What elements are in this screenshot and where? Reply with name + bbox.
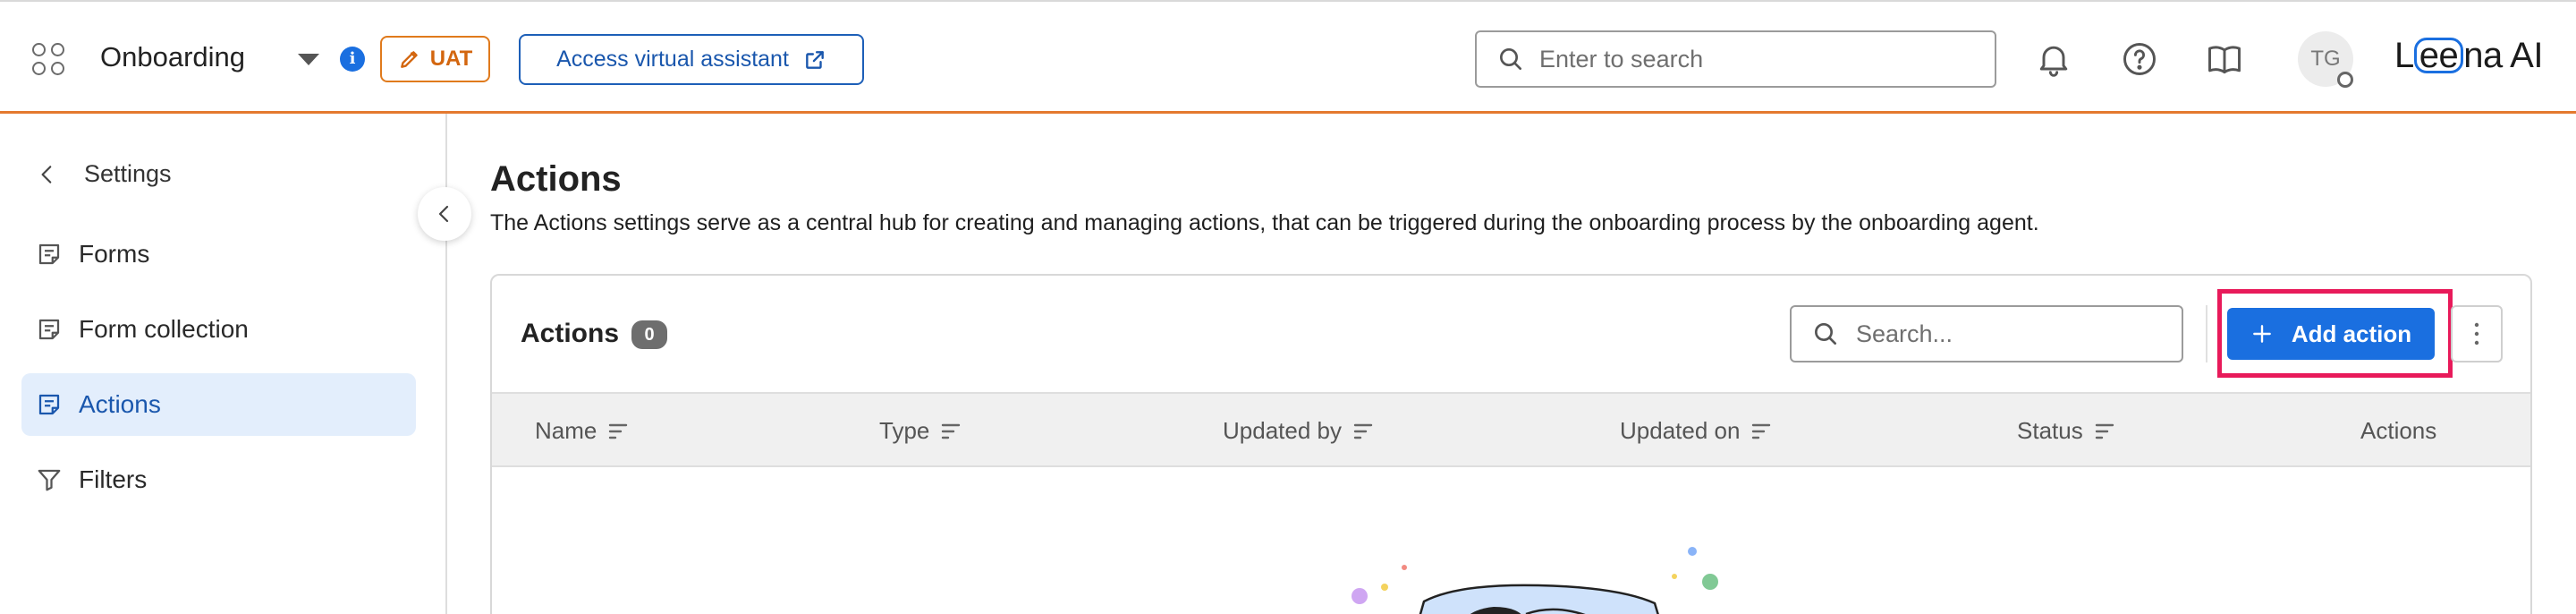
column-header-name[interactable]: Name	[535, 417, 629, 445]
status-indicator	[2337, 72, 2353, 88]
back-link-label: Settings	[84, 160, 172, 187]
chevron-left-icon	[41, 165, 52, 183]
column-header-updated-by[interactable]: Updated by	[1223, 417, 1374, 445]
environment-badge: UAT	[380, 36, 490, 82]
sidebar-item-label: Forms	[79, 240, 150, 268]
sidebar-item-form-collection[interactable]: Form collection	[21, 298, 416, 361]
global-search[interactable]	[1475, 30, 1996, 88]
sort-icon	[609, 423, 628, 439]
table-header: Name Type Updated by Updated on Status A…	[492, 392, 2530, 467]
collapse-sidebar-button[interactable]	[418, 187, 471, 241]
pencil-icon	[400, 51, 418, 68]
form-icon	[38, 394, 60, 415]
empty-state-illustration	[1352, 547, 1718, 614]
environment-badge-label: UAT	[429, 47, 473, 71]
external-link-icon	[806, 50, 824, 69]
sort-icon	[1353, 423, 1373, 439]
actions-card: Actions 0 Add action Name Type Updated b…	[490, 274, 2532, 614]
sort-icon	[942, 423, 961, 439]
sort-icon	[1752, 423, 1771, 439]
sidebar-item-label: Actions	[79, 390, 161, 418]
app-title[interactable]: Onboarding	[100, 41, 245, 73]
page-description: The Actions settings serve as a central …	[490, 210, 2039, 235]
column-header-status[interactable]: Status	[2017, 417, 2115, 445]
sort-icon	[2095, 423, 2114, 439]
book-icon[interactable]	[2205, 39, 2244, 79]
form-icon	[38, 319, 60, 340]
column-header-updated-on[interactable]: Updated on	[1620, 417, 1772, 445]
access-virtual-assistant-label: Access virtual assistant	[556, 47, 789, 72]
column-header-actions: Actions	[2360, 417, 2437, 444]
user-initials: TG	[2310, 47, 2341, 71]
top-bar: Onboarding i UAT Access virtual assistan…	[0, 0, 2576, 114]
actions-search-input[interactable]	[1856, 320, 2178, 348]
form-icon	[38, 243, 60, 265]
help-icon[interactable]	[2120, 39, 2159, 79]
page-title: Actions	[490, 159, 622, 199]
filter-icon	[38, 469, 61, 491]
info-icon[interactable]: i	[340, 47, 365, 72]
app-launcher-icon[interactable]	[32, 43, 68, 79]
settings-sidebar: Settings Forms Form collection Actions F…	[0, 114, 447, 614]
more-options-button[interactable]	[2451, 305, 2503, 362]
add-action-button[interactable]: Add action	[2227, 308, 2435, 360]
search-icon	[1500, 48, 1521, 70]
chevron-left-icon	[438, 205, 449, 223]
sidebar-item-label: Filters	[79, 465, 148, 493]
sidebar-item-forms[interactable]: Forms	[21, 223, 416, 286]
actions-search[interactable]	[1790, 305, 2183, 362]
sidebar-item-filters[interactable]: Filters	[21, 448, 416, 511]
bell-icon[interactable]	[2034, 39, 2073, 79]
add-action-label: Add action	[2291, 320, 2412, 347]
plus-icon	[2252, 325, 2271, 343]
access-virtual-assistant-button[interactable]: Access virtual assistant	[519, 34, 864, 85]
column-header-type[interactable]: Type	[879, 417, 962, 445]
card-title: Actions	[521, 319, 620, 348]
brand-logo: Lee na AI	[2394, 36, 2543, 75]
chevron-down-icon[interactable]	[298, 54, 319, 65]
sidebar-item-label: Form collection	[79, 315, 249, 343]
divider	[2206, 305, 2207, 362]
count-badge: 0	[631, 320, 667, 349]
kebab-icon	[2474, 322, 2479, 345]
sidebar-item-actions[interactable]: Actions	[21, 373, 416, 436]
global-search-input[interactable]	[1539, 45, 1960, 73]
back-to-settings-link[interactable]: Settings	[36, 160, 172, 188]
search-icon	[1815, 323, 1836, 345]
